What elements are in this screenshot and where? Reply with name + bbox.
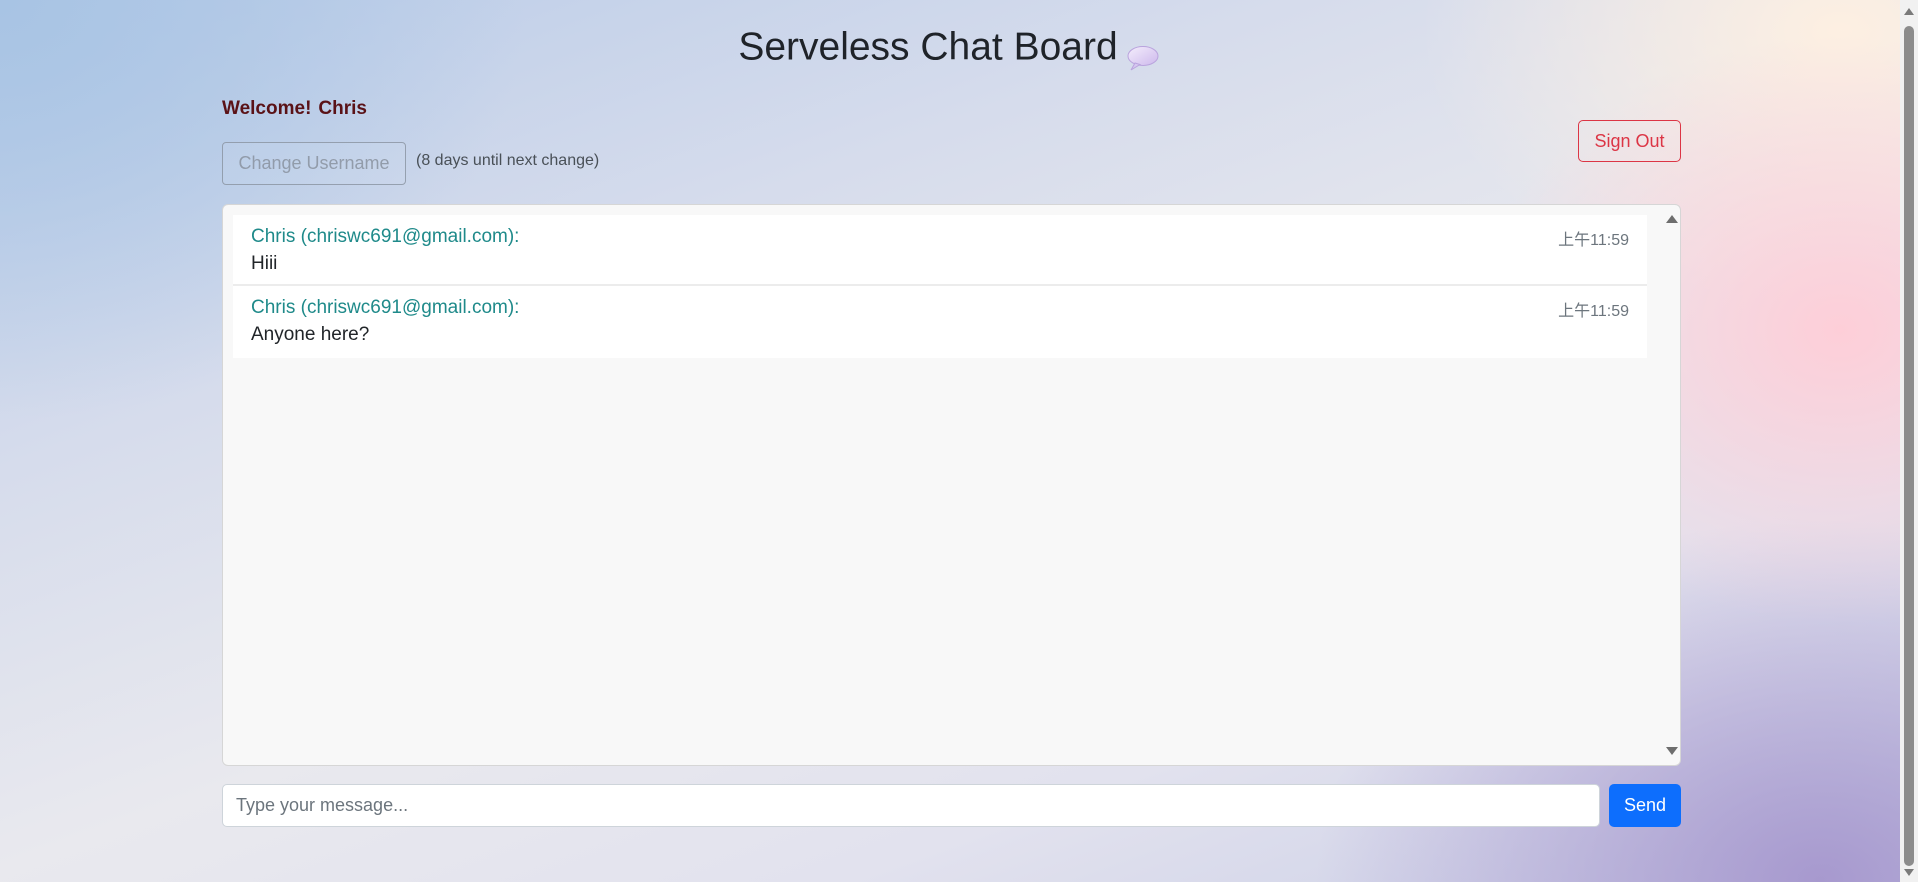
page-scroll-down-arrow-icon[interactable] [1904, 869, 1914, 876]
message-time: 上午11:59 [1558, 232, 1629, 249]
message-item: Chris (chriswc691@gmail.com): 上午11:59 An… [233, 286, 1647, 358]
page-scroll-up-arrow-icon[interactable] [1904, 8, 1914, 15]
change-username-button[interactable]: Change Username [222, 142, 406, 185]
message-author: Chris (chriswc691@gmail.com): [251, 297, 520, 318]
message-text: Anyone here? [251, 324, 370, 345]
welcome-label: Welcome! [222, 98, 312, 119]
page-title-text: Serveless Chat Board [738, 25, 1118, 69]
speech-bubble-icon [1126, 37, 1160, 71]
messages-panel[interactable]: Chris (chriswc691@gmail.com): 上午11:59 Hi… [222, 204, 1681, 766]
page-title: Serveless Chat Board [0, 24, 1898, 71]
scroll-down-arrow-icon[interactable] [1666, 747, 1678, 755]
message-time: 上午11:59 [1558, 303, 1629, 320]
page-scrollbar-thumb[interactable] [1904, 26, 1914, 866]
username: Chris [318, 98, 367, 119]
message-author: Chris (chriswc691@gmail.com): [251, 226, 520, 247]
username-change-hint: (8 days until next change) [416, 152, 600, 169]
message-text: Hiii [251, 253, 278, 274]
page-scrollbar[interactable] [1900, 0, 1918, 882]
scroll-up-arrow-icon[interactable] [1666, 215, 1678, 223]
sign-out-button[interactable]: Sign Out [1578, 120, 1681, 162]
message-item: Chris (chriswc691@gmail.com): 上午11:59 Hi… [233, 215, 1647, 286]
messages-scrollbar[interactable] [1662, 205, 1680, 765]
send-button[interactable]: Send [1609, 784, 1681, 827]
message-list: Chris (chriswc691@gmail.com): 上午11:59 Hi… [233, 215, 1647, 358]
welcome-message: Welcome! Chris [222, 98, 367, 120]
message-input[interactable] [222, 784, 1600, 827]
